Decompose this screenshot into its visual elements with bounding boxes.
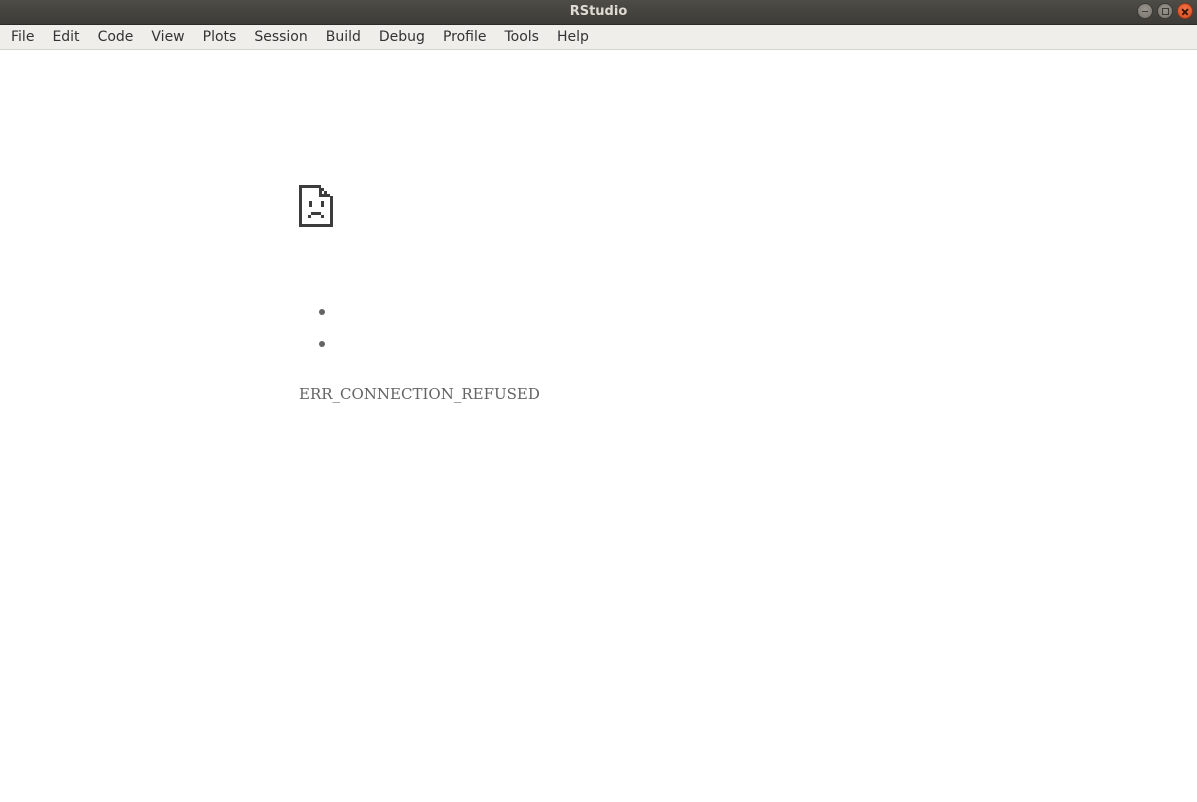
menu-profile[interactable]: Profile — [434, 25, 496, 49]
title-bar[interactable]: RStudio — [0, 0, 1197, 25]
error-page: ERR_CONNECTION_REFUSED — [0, 50, 1197, 802]
menu-code[interactable]: Code — [89, 25, 143, 49]
menu-bar: File Edit Code View Plots Session Build … — [0, 25, 1197, 50]
menu-debug[interactable]: Debug — [370, 25, 434, 49]
maximize-icon[interactable] — [1157, 3, 1173, 19]
minimize-icon[interactable] — [1137, 3, 1153, 19]
suggestions-list — [299, 298, 339, 362]
error-code: ERR_CONNECTION_REFUSED — [299, 385, 540, 403]
menu-plots[interactable]: Plots — [194, 25, 246, 49]
menu-edit[interactable]: Edit — [43, 25, 88, 49]
rstudio-window: RStudio File Edit Code View Plots Sessio… — [0, 0, 1197, 802]
menu-session[interactable]: Session — [245, 25, 316, 49]
close-icon[interactable] — [1177, 3, 1193, 19]
menu-build[interactable]: Build — [317, 25, 370, 49]
window-title: RStudio — [569, 4, 628, 19]
menu-help[interactable]: Help — [548, 25, 598, 49]
menu-file[interactable]: File — [2, 25, 43, 49]
menu-view[interactable]: View — [142, 25, 193, 49]
menu-tools[interactable]: Tools — [495, 25, 548, 49]
sad-document-icon — [299, 185, 333, 227]
window-controls — [1137, 3, 1193, 21]
